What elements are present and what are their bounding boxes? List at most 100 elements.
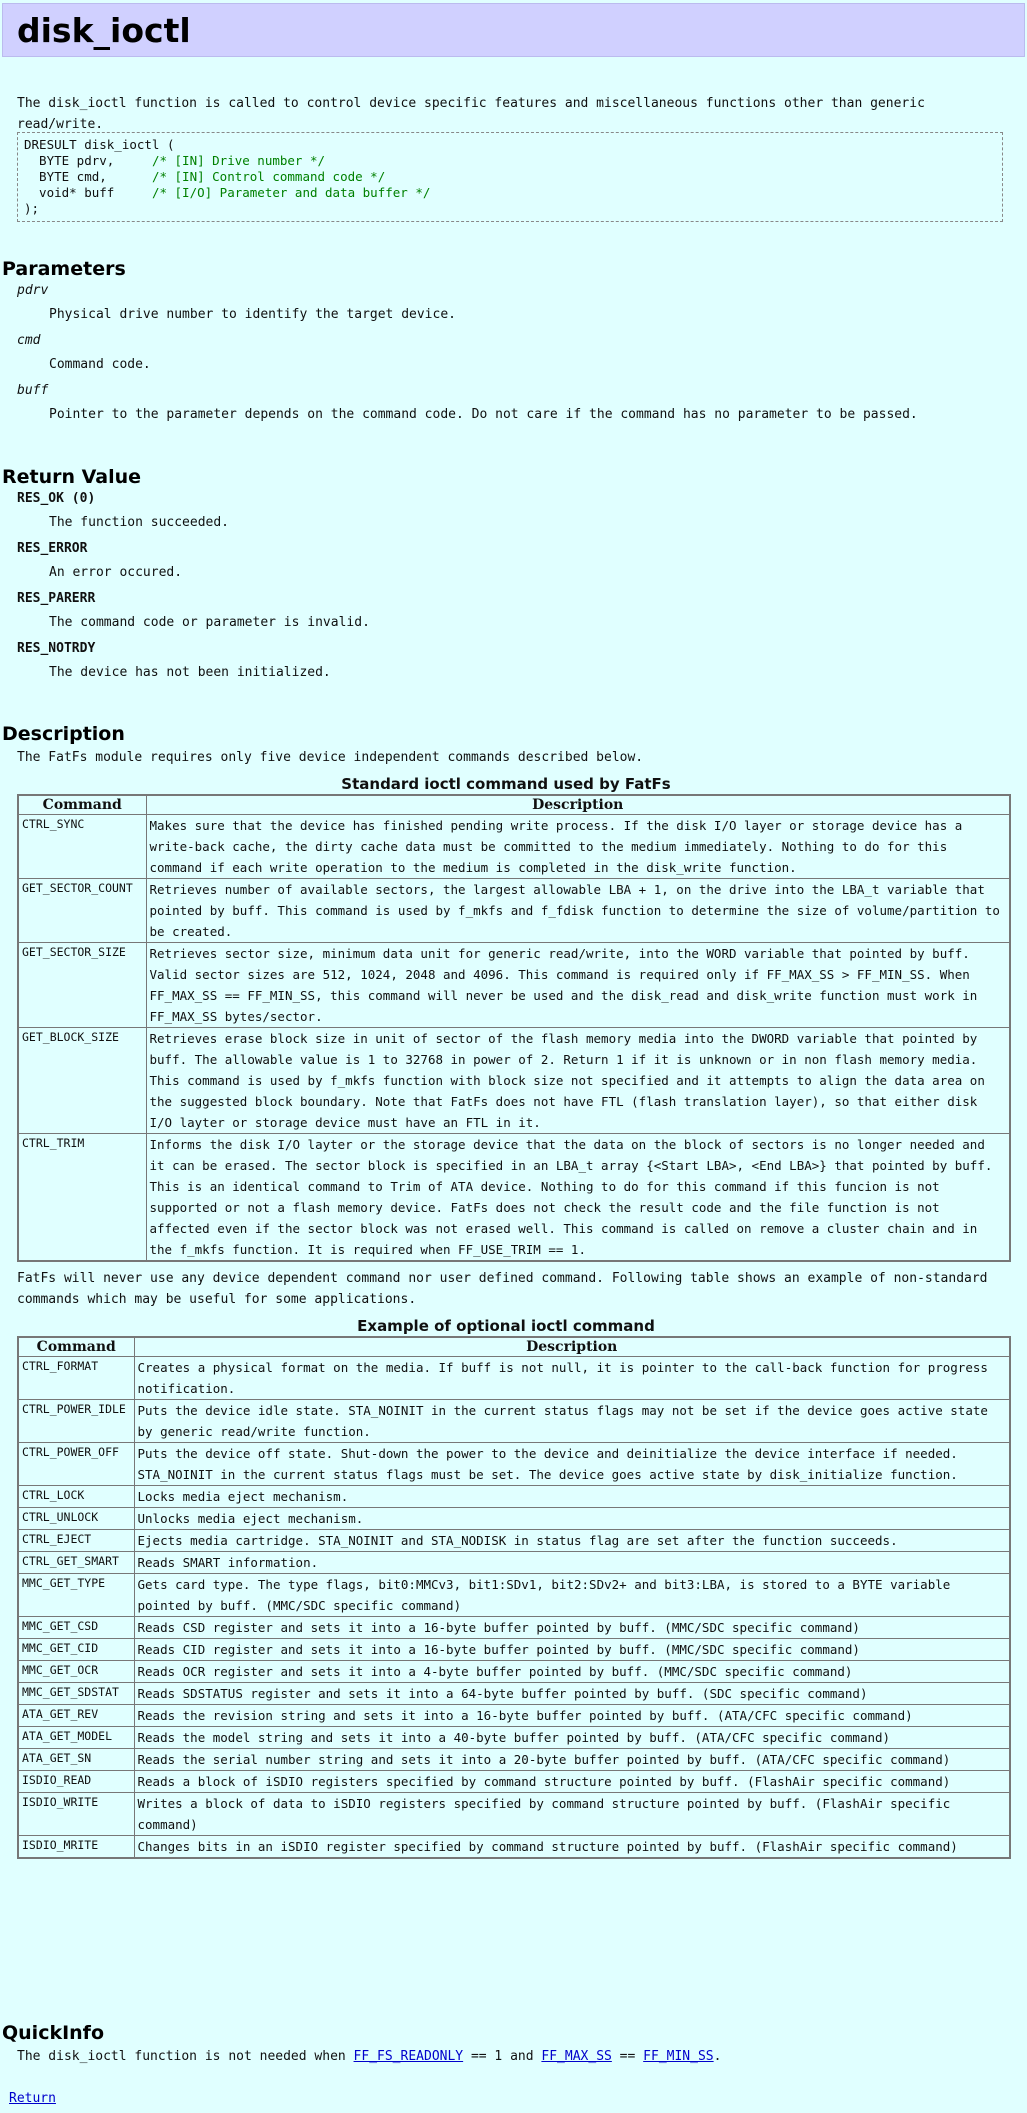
table-row: CTRL_FORMAT Creates a physical format on …	[17, 1356, 1011, 1400]
quickinfo-heading: QuickInfo	[2, 2022, 105, 2044]
table-row: ATA_GET_REV Reads the revision string and…	[17, 1704, 1011, 1727]
prototype-line: );	[24, 201, 39, 216]
return-value-heading: Return Value	[2, 466, 142, 488]
quickinfo-text-mid1: == 1 and	[463, 2049, 542, 2064]
table-row: ISDIO_MRITE Changes bits in an iSDIO regi…	[17, 1835, 1011, 1859]
quickinfo-text: The disk_ioctl function is not needed wh…	[17, 2046, 1027, 2067]
prototype-code-text: DRESULT disk_ioctl (	[24, 137, 175, 152]
command-cell: MMC_GET_TYPE	[17, 1573, 135, 1617]
table-row: ISDIO_READ Reads a block of iSDIO registe…	[17, 1770, 1011, 1793]
quickinfo-text-mid2: ==	[611, 2049, 644, 2064]
description-cell: Reads the model string and sets it into …	[133, 1726, 1011, 1749]
table-row: ATA_GET_MODEL Reads the model string and …	[17, 1726, 1011, 1749]
page-title: disk_ioctl	[17, 10, 191, 50]
description-cell: Reads the revision string and sets it in…	[133, 1704, 1011, 1727]
command-cell: MMC_GET_CSD	[17, 1616, 135, 1639]
parameter-desc: Command code.	[49, 357, 151, 372]
column-header-description: Description	[145, 794, 1011, 815]
return-code-name: RES_PARERR	[17, 591, 96, 606]
description-cell: Creates a physical format on the media. …	[133, 1356, 1011, 1400]
return-code-desc: An error occured.	[49, 565, 183, 580]
command-cell: ATA_GET_REV	[17, 1704, 135, 1727]
table-row: CTRL_SYNC Makes sure that the device has …	[17, 814, 1011, 879]
table-row: ISDIO_WRITE Writes a block of data to iSD…	[17, 1792, 1011, 1836]
quickinfo-text-after: .	[713, 2049, 722, 2064]
table-row: MMC_GET_TYPE Gets card type. The type fla…	[17, 1573, 1011, 1617]
table-row: CTRL_POWER_IDLE Puts the device idle stat…	[17, 1399, 1011, 1443]
command-cell: CTRL_POWER_OFF	[17, 1442, 135, 1486]
prototype-comment: /* [IN] Control command code */	[151, 169, 386, 184]
prototype-line: void* buff /* [I/O] Parameter and data b…	[24, 185, 430, 200]
command-cell: CTRL_FORMAT	[17, 1356, 135, 1400]
non-standard-note: FatFs will never use any device dependen…	[17, 1271, 988, 1307]
parameter-name: buff	[17, 383, 49, 398]
return-link[interactable]: Return	[9, 2091, 56, 2106]
description-section: Description The FatFs module requires on…	[0, 724, 1027, 1859]
standard-ioctl-table: Command Description CTRL_SYNC Makes sure …	[17, 794, 1011, 1262]
command-cell: MMC_GET_SDSTAT	[17, 1682, 135, 1705]
parameter-desc: Pointer to the parameter depends on the …	[49, 407, 918, 422]
optional-table-caption: Example of optional ioctl command	[357, 1317, 655, 1335]
table-row: CTRL_EJECT Ejects media cartridge. STA_NO…	[17, 1529, 1011, 1552]
table-row: CTRL_POWER_OFF Puts the device off state.…	[17, 1442, 1011, 1486]
return-code-name: RES_OK (0)	[17, 491, 96, 506]
quickinfo-section: QuickInfo The disk_ioctl function is not…	[0, 2023, 1027, 2067]
link-ff-fs-readonly[interactable]: FF_FS_READONLY	[354, 2049, 464, 2064]
description-heading: Description	[2, 723, 125, 745]
return-code-desc: The device has not been initialized.	[49, 665, 331, 680]
description-intro: The FatFs module requires only five devi…	[17, 750, 644, 765]
prototype-code-text: BYTE pdrv,	[24, 153, 152, 168]
description-cell: Locks media eject mechanism.	[133, 1485, 1011, 1508]
return-value-section: Return Value RES_OK (0) The function succ…	[0, 467, 1027, 688]
description-cell: Retrieves erase block size in unit of se…	[145, 1027, 1011, 1134]
description-cell: Unlocks media eject mechanism.	[133, 1507, 1011, 1530]
command-cell: ISDIO_WRITE	[17, 1792, 135, 1836]
description-cell: Reads the serial number string and sets …	[133, 1748, 1011, 1771]
table-row: MMC_GET_SDSTAT Reads SDSTATUS register an…	[17, 1682, 1011, 1705]
parameters-heading: Parameters	[2, 258, 126, 280]
return-code-desc: The command code or parameter is invalid…	[49, 615, 370, 630]
description-cell: Reads CID register and sets it into a 16…	[133, 1638, 1011, 1661]
link-ff-max-ss[interactable]: FF_MAX_SS	[541, 2049, 611, 2064]
command-cell: CTRL_POWER_IDLE	[17, 1399, 135, 1443]
description-cell: Reads SDSTATUS register and sets it into…	[133, 1682, 1011, 1705]
description-cell: Retrieves number of available sectors, t…	[145, 878, 1011, 943]
table-row: ATA_GET_SN Reads the serial number string…	[17, 1748, 1011, 1771]
command-cell: CTRL_GET_SMART	[17, 1551, 135, 1574]
parameter-name: cmd	[17, 333, 41, 348]
return-code-name: RES_NOTRDY	[17, 641, 96, 656]
description-cell: Informs the disk I/O layter or the stora…	[145, 1133, 1011, 1262]
return-link-section: Return	[0, 2088, 1027, 2109]
prototype-line: BYTE cmd, /* [IN] Control command code *…	[24, 169, 385, 184]
command-cell: MMC_GET_CID	[17, 1638, 135, 1661]
description-cell: Changes bits in an iSDIO register specif…	[133, 1835, 1011, 1859]
return-code-name: RES_ERROR	[17, 541, 88, 556]
command-cell: GET_SECTOR_COUNT	[17, 878, 147, 943]
table-row: MMC_GET_CID Reads CID register and sets i…	[17, 1638, 1011, 1661]
link-ff-min-ss[interactable]: FF_MIN_SS	[643, 2049, 713, 2064]
description-cell: Reads OCR register and sets it into a 4-…	[133, 1660, 1011, 1683]
description-cell: Writes a block of data to iSDIO register…	[133, 1792, 1011, 1836]
prototype-code-text: );	[24, 201, 40, 216]
table-row: GET_BLOCK_SIZE Retrieves erase block size…	[17, 1027, 1011, 1134]
command-cell: ATA_GET_MODEL	[17, 1726, 135, 1749]
title-bar: disk_ioctl	[2, 3, 1025, 57]
command-cell: CTRL_UNLOCK	[17, 1507, 135, 1530]
description-cell: Puts the device off state. Shut-down the…	[133, 1442, 1011, 1486]
command-cell: GET_SECTOR_SIZE	[17, 942, 147, 1028]
description-cell: Reads CSD register and sets it into a 16…	[133, 1616, 1011, 1639]
description-cell: Retrieves sector size, minimum data unit…	[145, 942, 1011, 1028]
parameters-list: pdrv Physical drive number to identify th…	[0, 280, 1027, 425]
standard-table-caption: Standard ioctl command used by FatFs	[341, 775, 671, 793]
command-cell: CTRL_TRIM	[17, 1133, 147, 1262]
command-cell: CTRL_LOCK	[17, 1485, 135, 1508]
command-cell: ISDIO_READ	[17, 1770, 135, 1793]
parameter-desc: Physical drive number to identify the ta…	[49, 307, 456, 322]
command-cell: CTRL_SYNC	[17, 814, 147, 879]
prototype-section: DRESULT disk_ioctl ( BYTE pdrv, /* [IN] …	[0, 125, 1027, 222]
table-row: CTRL_GET_SMART Reads SMART information.	[17, 1551, 1011, 1574]
table-row: GET_SECTOR_SIZE Retrieves sector size, mi…	[17, 942, 1011, 1028]
description-cell: Reads SMART information.	[133, 1551, 1011, 1574]
table-header-row: Command Description	[17, 794, 1011, 815]
column-header-command: Command	[17, 1336, 135, 1357]
